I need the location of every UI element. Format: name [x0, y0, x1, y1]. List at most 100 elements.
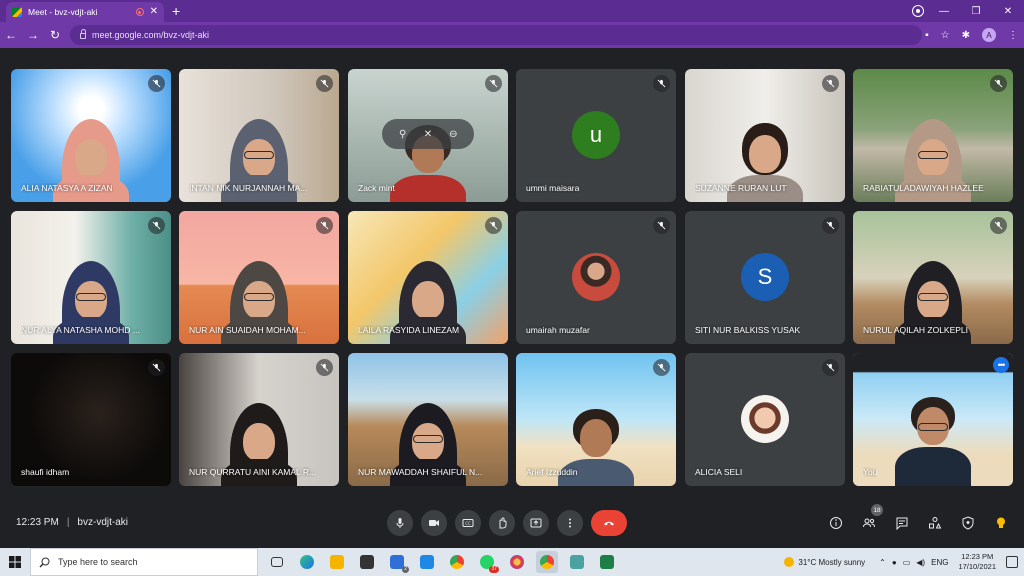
language-indicator[interactable]: ENG — [931, 558, 948, 567]
leave-call-button[interactable] — [591, 510, 627, 536]
taskbar-apps: 2 37 — [266, 551, 618, 573]
remove-participant-icon[interactable]: ⊖ — [446, 127, 460, 141]
participant-tile[interactable]: LAILA RASYIDA LINEZAM — [348, 211, 508, 344]
participant-name: INTAN NIK NURJANNAH MA... — [189, 183, 308, 193]
address-bar-row: ← → ↻ meet.google.com/bvz-vdjt-aki ▪ ☆ ✱… — [0, 22, 1024, 48]
mic-off-icon — [148, 217, 165, 234]
participant-tile[interactable]: ALICIA SELI — [685, 353, 845, 486]
whatsapp-icon[interactable]: 37 — [476, 551, 499, 573]
present-screen-button[interactable] — [523, 510, 549, 536]
network-icon[interactable]: ▭ — [903, 558, 911, 567]
raise-hand-button[interactable] — [489, 510, 515, 536]
mute-participant-icon[interactable]: ✕ — [421, 127, 435, 141]
participant-tile[interactable]: NUR ALYA NATASHA MOHD ... — [11, 211, 171, 344]
participant-tile[interactable]: u ummi maisara — [516, 69, 676, 202]
notification-center-icon[interactable] — [1006, 556, 1018, 568]
mic-off-icon — [822, 217, 839, 234]
participant-name: umairah muzafar — [526, 325, 590, 335]
participant-tile[interactable]: S SITI NUR BALKISS YUSAK — [685, 211, 845, 344]
self-video — [895, 391, 971, 486]
windows-start-icon[interactable] — [0, 548, 30, 576]
participant-tile[interactable]: NURUL AQILAH ZOLKEPLI — [853, 211, 1013, 344]
participant-tile[interactable]: NUR QURRATU AINI KAMAL R... — [179, 353, 339, 486]
chrome-icon[interactable] — [446, 551, 468, 573]
participant-name: NUR ALYA NATASHA MOHD ... — [21, 325, 140, 335]
profile-avatar[interactable]: A — [982, 28, 996, 42]
camera-in-use-icon[interactable]: ▪ — [925, 30, 929, 41]
store-icon[interactable] — [356, 551, 378, 573]
participant-name: SUZANNE RURAN LUT — [695, 183, 787, 193]
mic-off-icon — [316, 217, 333, 234]
tab-title: Meet - bvz-vdjt-aki — [28, 7, 98, 17]
participant-tile[interactable]: Arief Izzuddin — [516, 353, 676, 486]
mic-tray-icon[interactable]: ● — [892, 558, 897, 567]
mic-off-icon — [653, 75, 670, 92]
file-explorer-icon[interactable] — [326, 551, 348, 573]
taskbar-search-input[interactable]: Type here to search — [30, 548, 258, 576]
people-button[interactable]: 18 — [859, 504, 883, 533]
reload-button[interactable]: ↻ — [44, 28, 66, 42]
task-view-icon[interactable] — [266, 551, 288, 573]
todo-icon[interactable]: 2 — [386, 551, 409, 573]
mic-off-icon — [316, 75, 333, 92]
self-view-tile[interactable]: ••• You — [853, 353, 1013, 486]
participant-count-badge: 18 — [871, 504, 883, 516]
edge-icon[interactable] — [296, 551, 318, 573]
tips-lightbulb-icon[interactable] — [991, 513, 1011, 533]
meeting-details-button[interactable] — [826, 513, 846, 533]
close-window-button[interactable]: ✕ — [992, 6, 1024, 17]
tile-hover-controls: ⚲ ✕ ⊖ — [382, 119, 474, 149]
vscode-icon[interactable] — [416, 551, 438, 573]
participant-tile[interactable]: ⚲ ✕ ⊖ Zack mint — [348, 69, 508, 202]
volume-icon[interactable]: ◀) — [916, 558, 925, 567]
restore-button[interactable]: ❐ — [960, 6, 992, 17]
browser-tab-meet[interactable]: Meet - bvz-vdjt-aki ✕ — [6, 2, 164, 22]
chrome-profile-icon[interactable] — [536, 551, 558, 573]
participant-tile[interactable]: shaufi idham — [11, 353, 171, 486]
host-controls-button[interactable] — [958, 513, 978, 533]
weather-widget[interactable]: 31°C Mostly sunny — [784, 557, 865, 567]
activities-button[interactable] — [925, 513, 945, 533]
minimize-button[interactable]: — — [928, 6, 960, 17]
side-controls: 18 — [826, 504, 1011, 533]
close-tab-icon[interactable]: ✕ — [150, 7, 158, 17]
participant-name: ALICIA SELI — [695, 467, 743, 477]
omnibox[interactable]: meet.google.com/bvz-vdjt-aki — [70, 25, 922, 45]
windows-taskbar: Type here to search 2 37 31°C Mostly sun… — [0, 548, 1024, 576]
back-button[interactable]: ← — [0, 28, 22, 42]
participant-tile[interactable]: RABIATULADAWIYAH HAZLEE — [853, 69, 1013, 202]
excel-icon[interactable] — [596, 551, 618, 573]
weather-text: 31°C Mostly sunny — [798, 557, 866, 567]
svg-text:CC: CC — [465, 521, 471, 526]
lock-icon[interactable] — [80, 29, 86, 39]
participant-tile[interactable]: ALIA NATASYA A ZIZAN — [11, 69, 171, 202]
participant-tile[interactable]: NUR AIN SUAIDAH MOHAM... — [179, 211, 339, 344]
mic-off-icon — [990, 75, 1007, 92]
participant-name: Arief Izzuddin — [526, 467, 578, 477]
sticky-app-icon[interactable] — [566, 551, 588, 573]
tab-search-icon[interactable] — [913, 6, 923, 16]
participant-tile[interactable]: NUR MAWADDAH SHAIFUL N... — [348, 353, 508, 486]
participant-profile-photo — [741, 395, 789, 443]
bookmark-star-icon[interactable]: ☆ — [941, 30, 950, 41]
chat-button[interactable] — [892, 513, 912, 533]
firefox-icon[interactable] — [506, 551, 528, 573]
browser-menu-icon[interactable]: ⋮ — [1008, 30, 1018, 41]
microphone-button[interactable] — [387, 510, 413, 536]
meeting-time: 12:23 PM — [16, 517, 59, 528]
camera-button[interactable] — [421, 510, 447, 536]
more-options-button[interactable] — [557, 510, 583, 536]
participant-name: SITI NUR BALKISS YUSAK — [695, 325, 801, 335]
extensions-icon[interactable]: ✱ — [962, 30, 970, 41]
pin-icon[interactable]: ⚲ — [396, 127, 410, 141]
new-tab-button[interactable]: + — [172, 3, 180, 19]
url-text[interactable]: meet.google.com/bvz-vdjt-aki — [92, 30, 209, 40]
more-options-icon[interactable]: ••• — [993, 357, 1009, 373]
captions-button[interactable]: CC — [455, 510, 481, 536]
participant-tile[interactable]: SUZANNE RURAN LUT — [685, 69, 845, 202]
forward-button[interactable]: → — [22, 28, 44, 42]
system-clock[interactable]: 12:23 PM 17/10/2021 — [958, 552, 996, 572]
participant-tile[interactable]: umairah muzafar — [516, 211, 676, 344]
show-hidden-icons[interactable]: ⌃ — [879, 558, 886, 567]
participant-tile[interactable]: INTAN NIK NURJANNAH MA... — [179, 69, 339, 202]
